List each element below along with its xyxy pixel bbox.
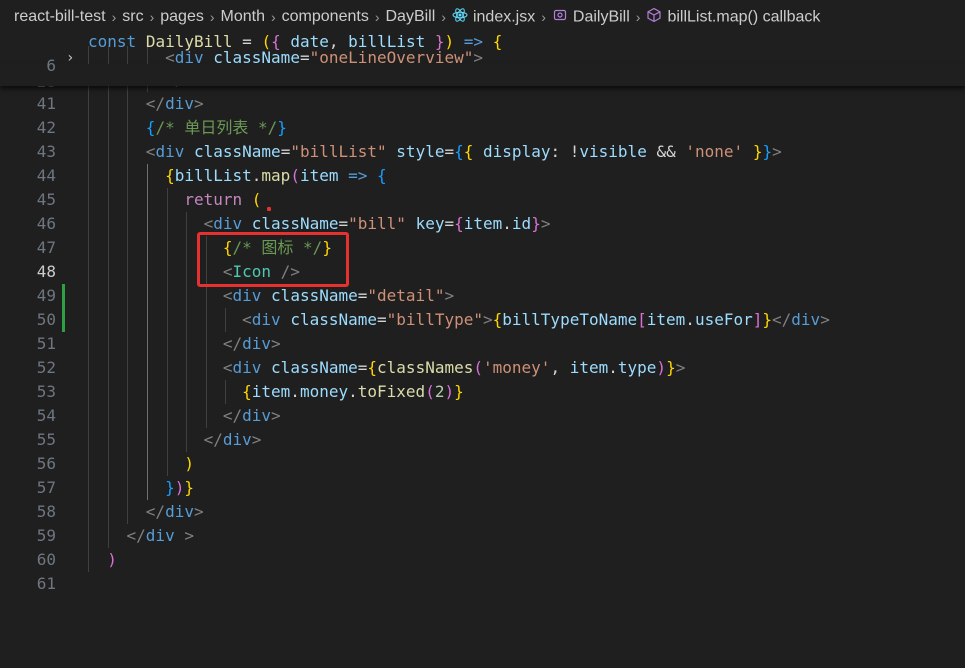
breadcrumb-item-daybill[interactable]: DayBill bbox=[384, 8, 438, 26]
code-line[interactable]: 42 </div> bbox=[0, 92, 965, 137]
code-text: ) bbox=[184, 454, 194, 473]
code-line[interactable]: 58 })} bbox=[0, 476, 965, 521]
highlight-annotation-box bbox=[197, 232, 349, 287]
symbol-class-icon bbox=[646, 7, 662, 28]
code-line[interactable]: 54 {item.money.toFixed(2)} bbox=[0, 380, 965, 425]
breadcrumb-item-src[interactable]: src bbox=[120, 8, 145, 26]
code-text: </div> bbox=[145, 94, 204, 113]
code-text: const DailyBill = ({ date, billList }) =… bbox=[88, 32, 503, 51]
code-text: {item.money.toFixed(2)} bbox=[242, 382, 464, 401]
chevron-right-icon: › bbox=[441, 9, 446, 25]
code-text: </div > bbox=[126, 526, 194, 545]
breadcrumb-item-symbol-callback[interactable]: billList.map() callback bbox=[644, 7, 822, 28]
code-text: ) bbox=[107, 550, 117, 569]
code-text: <div className="billType">{billTypeToNam… bbox=[242, 310, 830, 329]
sticky-line[interactable]: 6 const DailyBill = ({ date, billList })… bbox=[0, 30, 965, 75]
code-line[interactable]: 49 <Icon /> bbox=[0, 260, 965, 332]
symbol-method-icon bbox=[552, 7, 568, 28]
code-text: </div> bbox=[203, 430, 262, 449]
code-line[interactable]: 56 </div> bbox=[0, 428, 965, 473]
code-text: </div> bbox=[222, 334, 281, 353]
code-text: <div className="billList" style={{ displ… bbox=[145, 142, 782, 161]
annotation-dot bbox=[267, 207, 271, 211]
code-text: <div className="detail"> bbox=[222, 286, 455, 305]
chevron-right-icon: › bbox=[209, 9, 215, 25]
breadcrumb-item-project[interactable]: react-bill-test bbox=[0, 8, 108, 26]
code-line[interactable]: 53 <div className={classNames('money', i… bbox=[0, 356, 965, 401]
code-line[interactable]: 47 <div className="bill" key={item.id}> bbox=[0, 212, 965, 257]
code-line[interactable]: 55 </div> bbox=[0, 404, 965, 449]
code-text: })} bbox=[165, 478, 194, 497]
sticky-scroll-header[interactable] bbox=[0, 64, 965, 86]
code-line[interactable]: 51 <div className="billType">{billTypeTo… bbox=[0, 308, 965, 353]
breadcrumb-symbol-label: DailyBill bbox=[572, 8, 630, 26]
code-line[interactable]: 44 <div className="billList" style={{ di… bbox=[0, 140, 965, 185]
code-text: <div className={classNames('money', item… bbox=[222, 358, 686, 377]
chevron-right-icon: › bbox=[270, 9, 276, 25]
code-line[interactable]: 59 </div> bbox=[0, 500, 965, 545]
code-text: {/* 单日列表 */} bbox=[145, 118, 287, 137]
chevron-right-icon: › bbox=[541, 9, 546, 25]
code-line[interactable]: 46 return ( bbox=[0, 188, 965, 233]
breadcrumb-callback-label: billList.map() callback bbox=[667, 8, 821, 26]
code-line[interactable]: 52 </div> bbox=[0, 332, 965, 377]
breadcrumb-item-symbol-dailybill[interactable]: DailyBill bbox=[550, 7, 632, 28]
code-text: return ( bbox=[184, 190, 262, 209]
breadcrumb-file-label: index.jsx bbox=[472, 8, 536, 26]
chevron-right-icon: › bbox=[149, 9, 155, 25]
code-line[interactable]: 61 ) bbox=[0, 548, 965, 593]
chevron-right-icon: › bbox=[635, 9, 641, 25]
line-number: 61 bbox=[36, 574, 56, 593]
code-line[interactable]: 45 {billList.map(item => { bbox=[0, 164, 965, 209]
code-line[interactable]: 48 {/* 图标 */} bbox=[0, 236, 965, 308]
code-text: {billList.map(item => { bbox=[165, 166, 387, 185]
chevron-right-icon: › bbox=[374, 9, 380, 25]
code-text: </div> bbox=[145, 502, 204, 521]
line-number: 6 bbox=[46, 56, 56, 75]
breadcrumb-item-components[interactable]: components bbox=[280, 8, 371, 26]
breadcrumb-item-pages[interactable]: pages bbox=[158, 8, 206, 26]
code-line[interactable]: 57 ) bbox=[0, 452, 965, 497]
react-icon bbox=[452, 7, 468, 28]
code-line[interactable]: 43 {/* 单日列表 */} bbox=[0, 116, 965, 161]
chevron-right-icon: › bbox=[111, 9, 117, 25]
code-editor[interactable]: 6 const DailyBill = ({ date, billList })… bbox=[0, 30, 965, 593]
code-line[interactable]: 50 <div className="detail"> bbox=[0, 284, 965, 329]
code-text: </div> bbox=[222, 406, 281, 425]
breadcrumb: react-bill-test › src › pages › Month › … bbox=[0, 0, 965, 34]
breadcrumb-item-file[interactable]: index.jsx bbox=[450, 7, 537, 28]
code-line[interactable]: 60 </div > bbox=[0, 524, 965, 569]
breadcrumb-item-month[interactable]: Month bbox=[219, 8, 267, 26]
